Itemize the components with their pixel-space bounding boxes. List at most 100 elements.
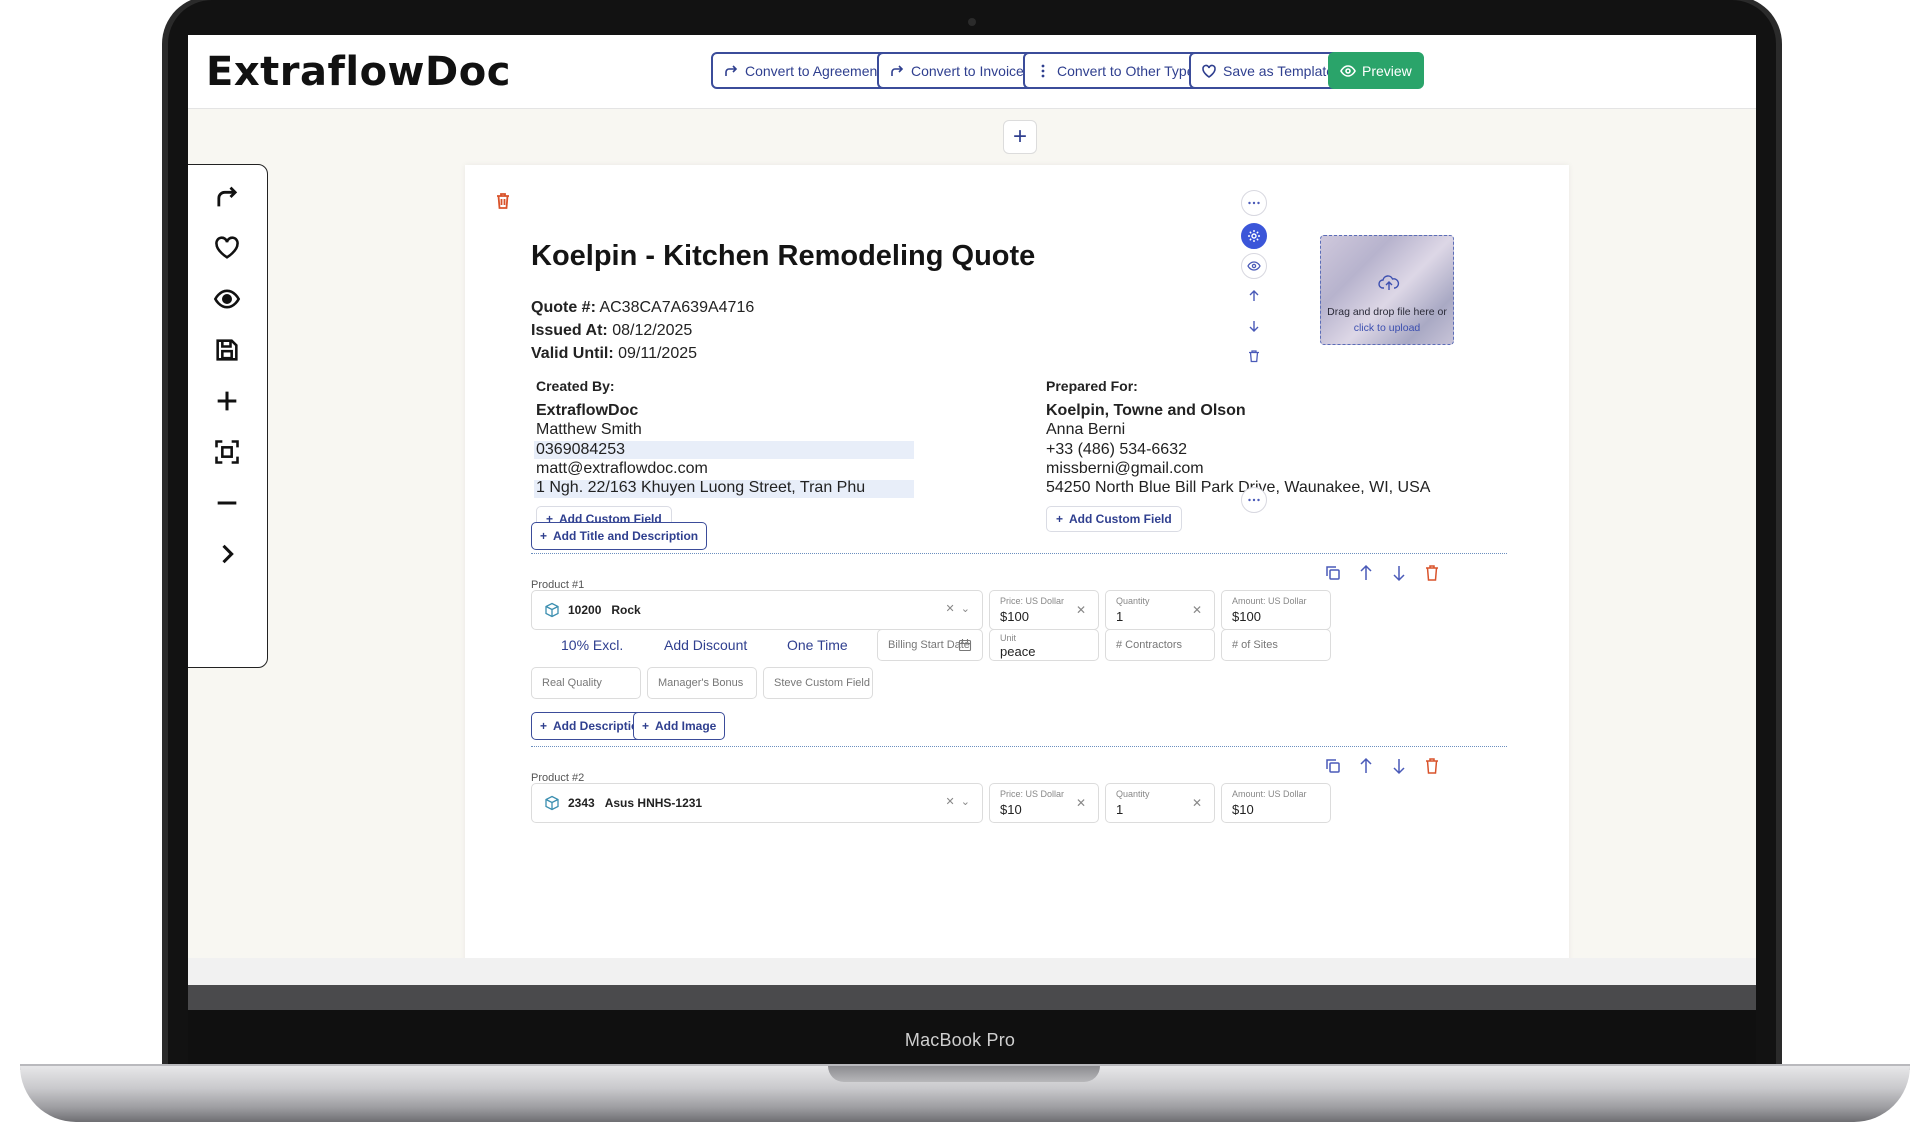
toolbar-expand[interactable] bbox=[209, 536, 245, 572]
unit-field[interactable]: Unit peace bbox=[989, 629, 1099, 661]
custom-field-steve[interactable]: Steve Custom Field bbox=[763, 667, 873, 699]
section-divider bbox=[531, 553, 1507, 554]
product-1-price[interactable]: Price: US Dollar $100 ✕ bbox=[989, 590, 1099, 630]
plus-icon: + bbox=[642, 719, 650, 733]
convert-to-invoice-button[interactable]: Convert to Invoice bbox=[877, 52, 1036, 89]
frequency-selector[interactable]: One Time bbox=[787, 637, 848, 653]
clear-icon[interactable]: ✕ bbox=[1192, 603, 1202, 617]
toolbar-zoom-out[interactable] bbox=[209, 485, 245, 521]
toolbar-preview[interactable] bbox=[209, 281, 245, 317]
product-2-title: Asus HNHS-1231 bbox=[604, 796, 703, 810]
save-as-template-button[interactable]: Save as Template bbox=[1189, 52, 1347, 89]
tax-selector[interactable]: 10% Excl. bbox=[561, 637, 623, 653]
client-phone[interactable]: +33 (486) 534-6632 bbox=[1046, 441, 1187, 459]
delete-section-button[interactable] bbox=[1241, 343, 1267, 369]
issued-at-value: 08/12/2025 bbox=[612, 322, 693, 339]
arrow-down-icon[interactable] bbox=[1390, 757, 1408, 775]
image-upload-dropzone[interactable]: Drag and drop file here or click to uplo… bbox=[1320, 235, 1454, 345]
plus-icon bbox=[217, 391, 237, 411]
contractors-field[interactable]: # Contractors bbox=[1105, 629, 1215, 661]
gear-icon bbox=[1248, 230, 1260, 242]
left-toolbar bbox=[188, 164, 268, 668]
camera bbox=[968, 18, 976, 26]
laptop-stage: ExtraflowDoc Convert to Agreement Conver… bbox=[0, 0, 1920, 1122]
convert-to-other-type-label: Convert to Other Type bbox=[1057, 62, 1195, 79]
add-section-button[interactable]: + bbox=[1003, 120, 1037, 154]
product-1-quantity[interactable]: Quantity 1 ✕ bbox=[1105, 590, 1215, 630]
preview-button[interactable]: Preview bbox=[1328, 52, 1424, 89]
client-company[interactable]: Koelpin, Towne and Olson bbox=[1046, 402, 1246, 420]
clear-icon[interactable]: ✕ bbox=[1076, 796, 1086, 810]
calendar-icon bbox=[958, 639, 972, 652]
product-2-name: 2343 Asus HNHS-1231 bbox=[568, 796, 702, 810]
sites-field[interactable]: # of Sites bbox=[1221, 629, 1331, 661]
creator-name[interactable]: Matthew Smith bbox=[536, 421, 642, 439]
arrow-up-icon[interactable] bbox=[1357, 564, 1375, 582]
convert-to-agreement-button[interactable]: Convert to Agreement bbox=[711, 52, 894, 89]
heart-icon bbox=[215, 236, 239, 259]
toolbar-fit-screen[interactable] bbox=[209, 434, 245, 470]
billing-start-date-field[interactable]: Billing Start Date bbox=[877, 629, 983, 661]
arrow-up-icon[interactable] bbox=[1357, 757, 1375, 775]
valid-until-label: Valid Until: bbox=[531, 345, 614, 362]
horizontal-dots-icon bbox=[1248, 498, 1260, 502]
more-options-button[interactable] bbox=[1241, 190, 1267, 216]
toolbar-convert[interactable] bbox=[209, 179, 245, 215]
clear-icon[interactable]: ✕ bbox=[1192, 796, 1202, 810]
creator-email[interactable]: matt@extraflowdoc.com bbox=[536, 460, 708, 478]
client-address[interactable]: 54250 North Blue Bill Park Drive, Waunak… bbox=[1046, 479, 1430, 497]
add-custom-field-client-button[interactable]: + Add Custom Field bbox=[1046, 506, 1182, 532]
managers-bonus-placeholder: Manager's Bonus bbox=[658, 677, 744, 689]
trash-icon[interactable] bbox=[1423, 757, 1441, 775]
custom-field-real-quality[interactable]: Real Quality bbox=[531, 667, 641, 699]
copy-icon[interactable] bbox=[1324, 757, 1342, 775]
quantity-value: 1 bbox=[1116, 802, 1124, 817]
settings-button[interactable] bbox=[1241, 223, 1267, 249]
scan-frame-icon bbox=[215, 440, 239, 464]
convert-to-other-type-button[interactable]: Convert to Other Type bbox=[1023, 52, 1207, 89]
convert-to-invoice-label: Convert to Invoice bbox=[911, 62, 1024, 79]
copy-icon[interactable] bbox=[1324, 564, 1342, 582]
move-up-button[interactable] bbox=[1241, 283, 1267, 309]
product-2-price[interactable]: Price: US Dollar $10 ✕ bbox=[989, 783, 1099, 823]
product-divider bbox=[531, 746, 1507, 747]
dropzone-upload-link[interactable]: click to upload bbox=[1321, 322, 1453, 334]
minus-icon bbox=[217, 501, 237, 505]
visibility-button[interactable] bbox=[1241, 253, 1267, 279]
toolbar-save-template[interactable] bbox=[209, 230, 245, 266]
product-2-quantity[interactable]: Quantity 1 ✕ bbox=[1105, 783, 1215, 823]
add-image-label: Add Image bbox=[655, 719, 717, 733]
quantity-label: Quantity bbox=[1116, 596, 1150, 606]
add-title-description-button[interactable]: + Add Title and Description bbox=[531, 522, 708, 550]
clear-chevron-icon[interactable]: ✕ ⌄ bbox=[945, 795, 970, 808]
product-1-select[interactable]: 10200 Rock ✕ ⌄ bbox=[531, 590, 983, 630]
toolbar-save[interactable] bbox=[209, 332, 245, 368]
arrow-down-icon[interactable] bbox=[1390, 564, 1408, 582]
client-email[interactable]: missberni@gmail.com bbox=[1046, 460, 1204, 478]
trash-icon[interactable] bbox=[1423, 564, 1441, 582]
product-1-amount: Amount: US Dollar $100 bbox=[1221, 590, 1331, 630]
product-2-code: 2343 bbox=[568, 796, 595, 810]
add-discount-link[interactable]: Add Discount bbox=[664, 637, 747, 653]
forward-arrow-icon bbox=[891, 64, 904, 76]
product-2-actions bbox=[1324, 757, 1441, 775]
creator-company[interactable]: ExtraflowDoc bbox=[536, 402, 638, 420]
clear-icon[interactable]: ✕ bbox=[1076, 603, 1086, 617]
product-2-select[interactable]: 2343 Asus HNHS-1231 ✕ ⌄ bbox=[531, 783, 983, 823]
document-title[interactable]: Koelpin - Kitchen Remodeling Quote bbox=[531, 240, 1035, 273]
plus-icon: + bbox=[1056, 512, 1064, 526]
creator-address[interactable]: 1 Ngh. 22/163 Khuyen Luong Street, Tran … bbox=[536, 479, 865, 497]
sites-placeholder: # of Sites bbox=[1232, 639, 1278, 651]
client-name[interactable]: Anna Berni bbox=[1046, 421, 1125, 439]
trash-icon[interactable] bbox=[493, 191, 513, 211]
creator-phone[interactable]: 0369084253 bbox=[536, 441, 625, 459]
products-more-options-button[interactable] bbox=[1241, 487, 1267, 513]
move-down-button[interactable] bbox=[1241, 313, 1267, 339]
custom-field-managers-bonus[interactable]: Manager's Bonus bbox=[647, 667, 757, 699]
cloud-upload-icon bbox=[1378, 275, 1400, 290]
toolbar-zoom-in[interactable] bbox=[209, 383, 245, 419]
add-image-button[interactable]: + Add Image bbox=[633, 712, 726, 740]
clear-chevron-icon[interactable]: ✕ ⌄ bbox=[945, 602, 970, 615]
vertical-dots-icon bbox=[1041, 64, 1045, 77]
real-quality-placeholder: Real Quality bbox=[542, 677, 602, 689]
